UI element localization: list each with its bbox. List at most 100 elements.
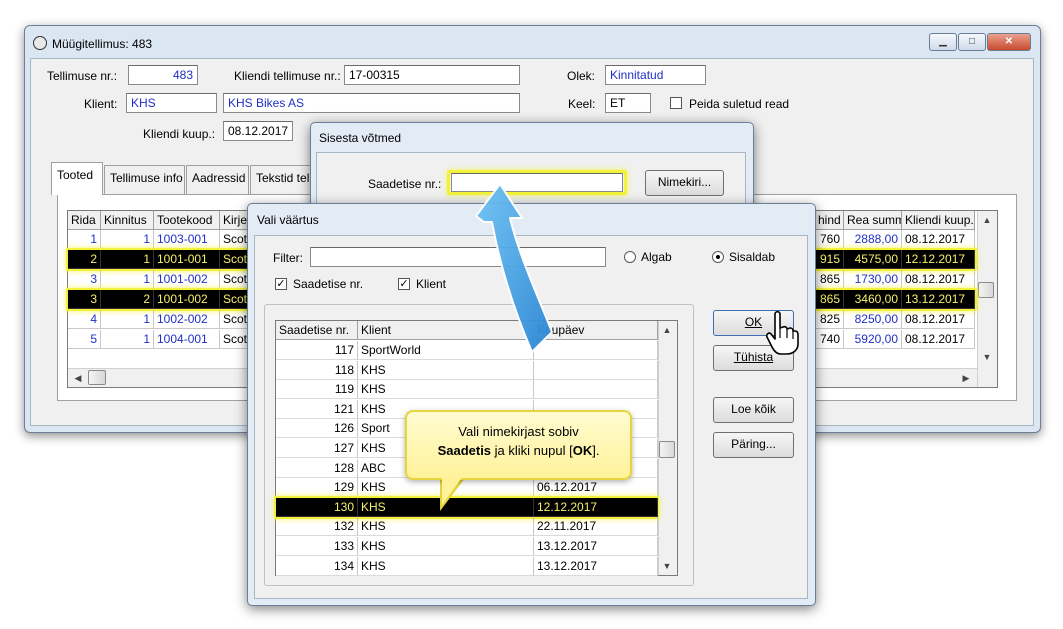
scroll-right-arrow[interactable]: ▶	[958, 370, 974, 386]
grid-cell-rida[interactable]: 3	[68, 290, 101, 309]
tab-aadressid[interactable]: Aadressid	[186, 165, 249, 194]
list-cell-nr[interactable]: 119	[276, 380, 358, 400]
tab-tooted[interactable]: Tooted	[51, 162, 103, 195]
list-cell-nr[interactable]: 129	[276, 478, 358, 498]
list-cell-nr[interactable]: 128	[276, 458, 358, 478]
scroll-up-arrow[interactable]: ▲	[979, 212, 995, 228]
grid-cell-kuup[interactable]: 08.12.2017	[902, 330, 975, 349]
grid-cell-hind[interactable]: 865	[815, 290, 844, 309]
grid-cell-summa[interactable]: 1730,00	[844, 270, 902, 289]
list-cell-date[interactable]: 13.12.2017	[534, 556, 658, 576]
list-button[interactable]: Nimekiri...	[645, 170, 724, 196]
grid-cell-kinnitus[interactable]: 1	[101, 330, 154, 349]
hide-closed-checkbox[interactable]	[670, 97, 682, 109]
grid-cell-kuup[interactable]: 08.12.2017	[902, 230, 975, 249]
grid-cell-summa[interactable]: 3460,00	[844, 290, 902, 309]
grid-cell-rida[interactable]: 5	[68, 330, 101, 349]
client-order-field[interactable]: 17-00315	[344, 65, 520, 85]
grid-cell-kirj[interactable]: Scot	[220, 310, 250, 329]
grid-cell-kood[interactable]: 1001-001	[154, 250, 220, 269]
list-cell-date[interactable]	[534, 380, 658, 400]
minimize-button[interactable]: ▁	[929, 33, 957, 51]
col-header-tootekood[interactable]: Tootekood	[154, 211, 220, 230]
grid-cell-rida[interactable]: 4	[68, 310, 101, 329]
grid-cell-hind[interactable]: 760	[815, 230, 844, 249]
list-cell-client[interactable]: KHS	[358, 360, 534, 380]
list-cell-client[interactable]: KHS	[358, 537, 534, 556]
list-cell-client[interactable]: KHS	[358, 517, 534, 537]
list-scroll-up-arrow[interactable]: ▲	[659, 322, 675, 338]
client-code-field[interactable]: KHS	[126, 93, 217, 113]
client-name-field[interactable]: KHS Bikes AS	[223, 93, 520, 113]
grid-cell-kirj[interactable]: Scot	[220, 250, 250, 269]
radio-sisaldab[interactable]	[712, 251, 724, 263]
grid-cell-kuup[interactable]: 08.12.2017	[902, 310, 975, 329]
list-cell-nr[interactable]: 133	[276, 537, 358, 556]
grid-cell-kinnitus[interactable]: 1	[101, 310, 154, 329]
list-cell-date[interactable]: 06.12.2017	[534, 478, 658, 498]
scroll-down-arrow[interactable]: ▼	[979, 349, 995, 365]
grid-cell-summa[interactable]: 4575,00	[844, 250, 902, 269]
filter-input[interactable]	[310, 247, 606, 267]
grid-cell-kinnitus[interactable]: 1	[101, 230, 154, 249]
col-header-kliendi-kuup[interactable]: Kliendi kuup.	[902, 211, 975, 230]
col-header-hind[interactable]: hind	[815, 211, 844, 230]
list-cell-nr[interactable]: 118	[276, 360, 358, 380]
radio-algab[interactable]	[624, 251, 636, 263]
grid-cell-hind[interactable]: 865	[815, 270, 844, 289]
status-field[interactable]: Kinnitatud	[605, 65, 706, 85]
scroll-left-arrow[interactable]: ◀	[70, 370, 86, 386]
grid-cell-kood[interactable]: 1003-001	[154, 230, 220, 249]
list-cell-nr[interactable]: 130	[276, 497, 358, 517]
grid-cell-kuup[interactable]: 08.12.2017	[902, 270, 975, 289]
grid-cell-kood[interactable]: 1001-002	[154, 270, 220, 289]
grid-cell-kuup[interactable]: 12.12.2017	[902, 250, 975, 269]
grid-cell-hind[interactable]: 740	[815, 330, 844, 349]
list-cell-date[interactable]: 12.12.2017	[534, 497, 658, 517]
grid-cell-kirj[interactable]: Scot	[220, 290, 250, 309]
list-col-saadetise-nr[interactable]: Saadetise nr.	[276, 321, 358, 340]
order-no-field[interactable]: 483	[128, 65, 198, 85]
query-button[interactable]: Päring...	[713, 432, 794, 458]
maximize-button[interactable]: □	[958, 33, 986, 51]
list-cell-nr[interactable]: 132	[276, 517, 358, 537]
list-cell-nr[interactable]: 117	[276, 341, 358, 360]
grid-cell-rida[interactable]: 3	[68, 270, 101, 289]
close-button[interactable]: ✕	[987, 33, 1031, 51]
list-cell-nr[interactable]: 121	[276, 399, 358, 419]
grid-cell-rida[interactable]: 1	[68, 230, 101, 249]
tab-tellimuse-info[interactable]: Tellimuse info	[104, 165, 185, 194]
list-cell-date[interactable]: 13.12.2017	[534, 537, 658, 556]
grid-cell-kirj[interactable]: Scot	[220, 270, 250, 289]
col-header-kirjeldus[interactable]: Kirjel	[220, 211, 250, 230]
grid-cell-rida[interactable]: 2	[68, 250, 101, 269]
read-all-button[interactable]: Loe kõik	[713, 397, 794, 423]
grid-hscroll-thumb[interactable]	[88, 370, 106, 385]
grid-cell-kood[interactable]: 1001-002	[154, 290, 220, 309]
list-cell-nr[interactable]: 126	[276, 419, 358, 439]
client-date-field[interactable]: 08.12.2017	[223, 121, 293, 141]
list-cell-client[interactable]: KHS	[358, 380, 534, 400]
grid-cell-kinnitus[interactable]: 2	[101, 290, 154, 309]
grid-cell-hind[interactable]: 915	[815, 250, 844, 269]
check-saadetise-nr[interactable]: ✓	[275, 278, 287, 290]
grid-cell-kood[interactable]: 1004-001	[154, 330, 220, 349]
grid-cell-kinnitus[interactable]: 1	[101, 270, 154, 289]
grid-cell-hind[interactable]: 825	[815, 310, 844, 329]
grid-cell-kirj[interactable]: Scot	[220, 330, 250, 349]
col-header-kinnitus[interactable]: Kinnitus	[101, 211, 154, 230]
grid-cell-summa[interactable]: 8250,00	[844, 310, 902, 329]
col-header-rida[interactable]: Rida	[68, 211, 101, 230]
tab-tekstid[interactable]: Tekstid tel	[250, 165, 312, 194]
check-klient[interactable]: ✓	[398, 278, 410, 290]
grid-hscroll-right[interactable]	[815, 368, 977, 387]
list-cell-nr[interactable]: 134	[276, 556, 358, 576]
grid-cell-kood[interactable]: 1002-002	[154, 310, 220, 329]
list-cell-date[interactable]: 22.11.2017	[534, 517, 658, 537]
language-field[interactable]: ET	[605, 93, 651, 113]
grid-cell-summa[interactable]: 5920,00	[844, 330, 902, 349]
grid-cell-kinnitus[interactable]: 1	[101, 250, 154, 269]
col-header-rea-summa[interactable]: Rea summ	[844, 211, 902, 230]
list-scroll-thumb[interactable]	[659, 441, 675, 458]
list-cell-nr[interactable]: 127	[276, 439, 358, 458]
